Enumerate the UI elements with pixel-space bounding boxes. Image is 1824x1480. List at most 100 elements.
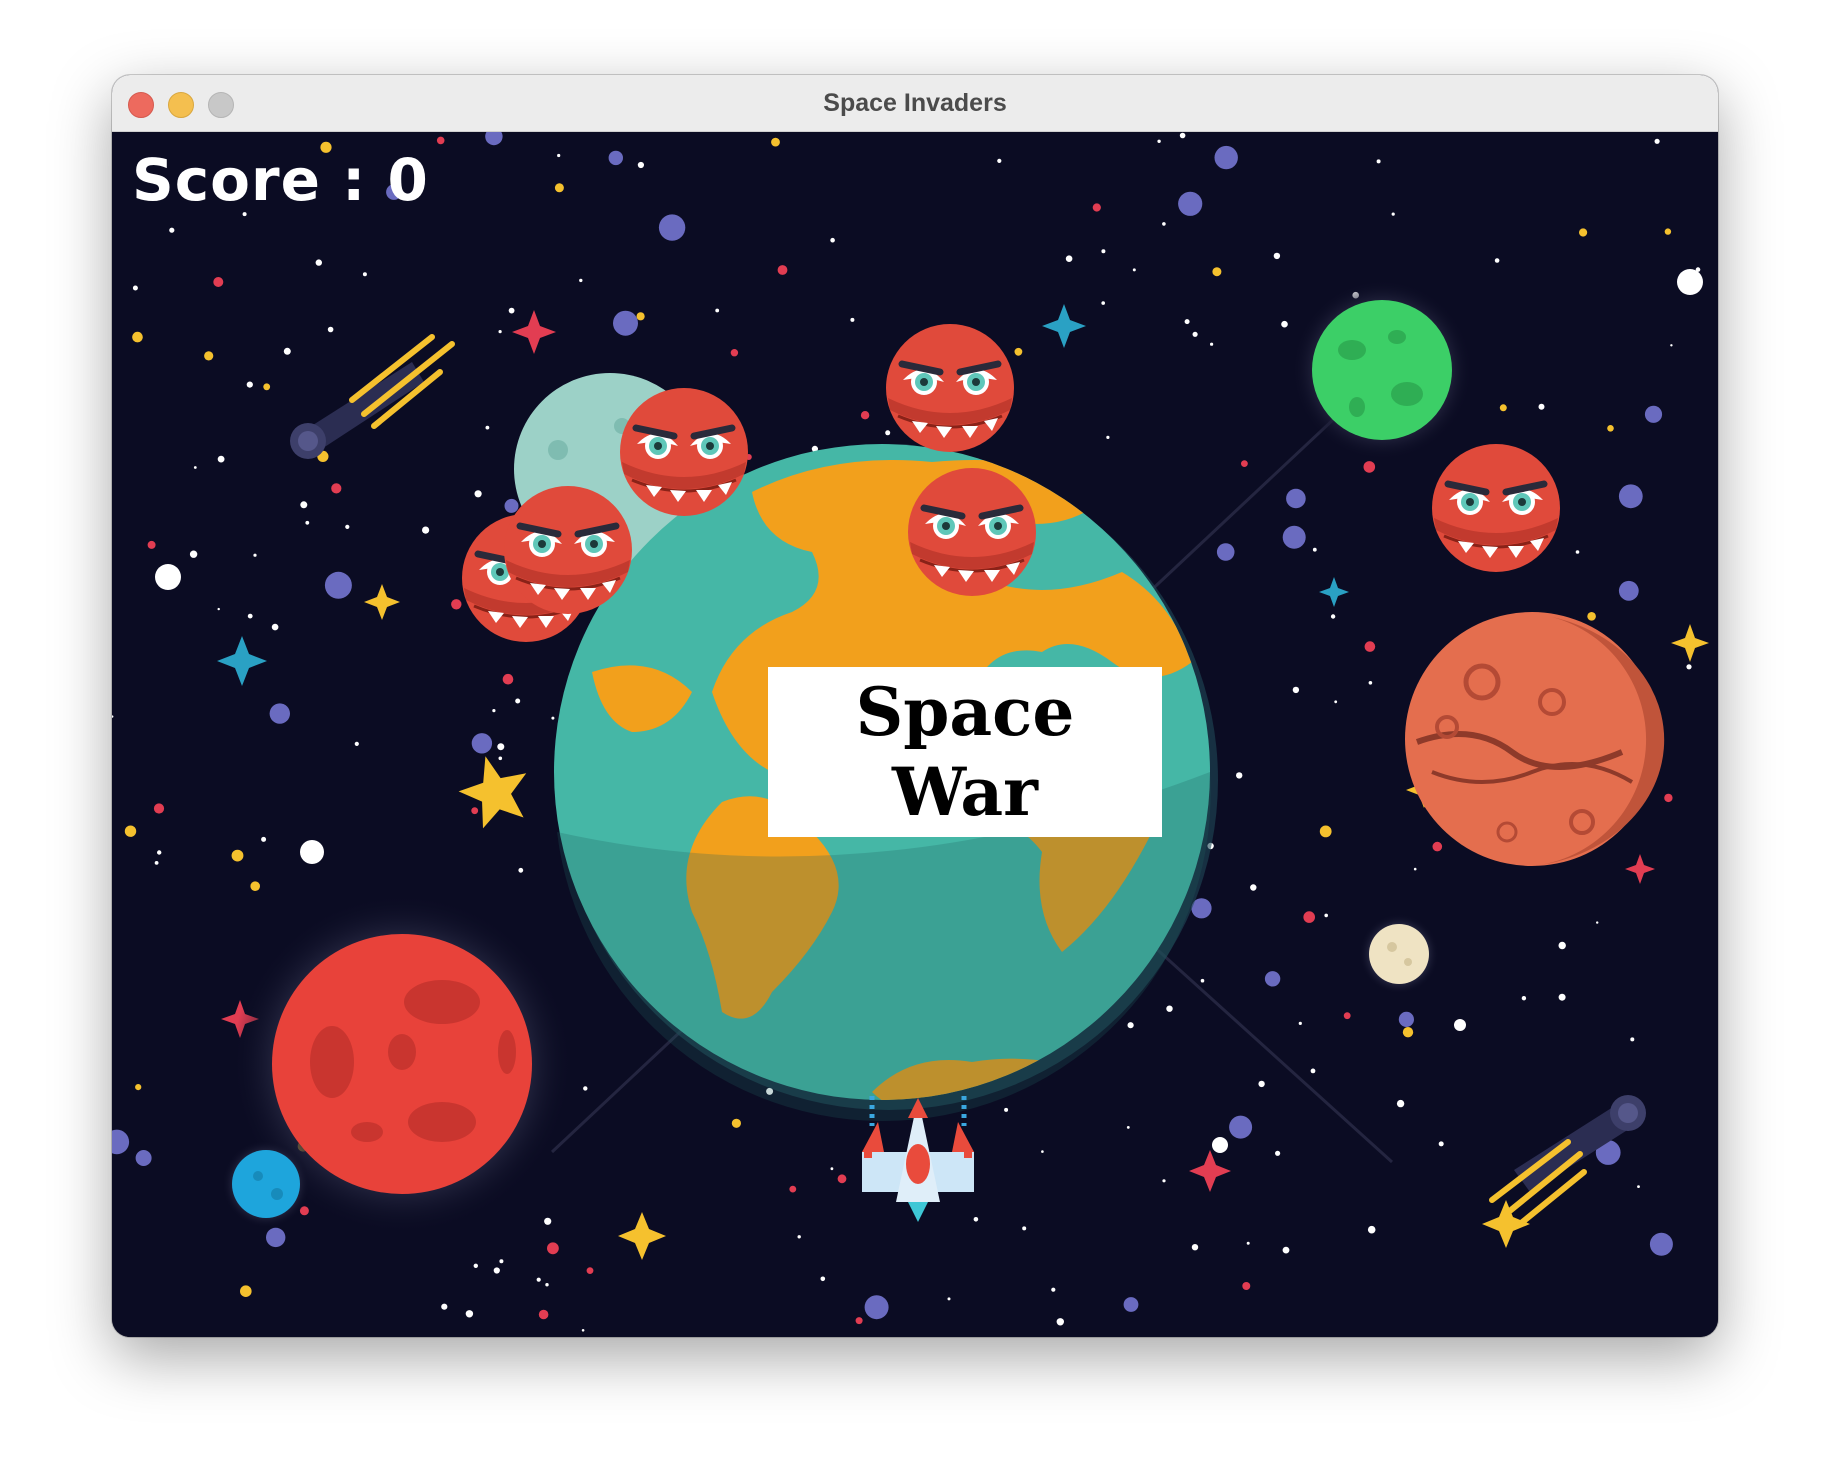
star-dot <box>1538 403 1545 410</box>
star-dot <box>1162 1179 1166 1183</box>
enemy <box>504 486 632 614</box>
game-canvas[interactable]: Score : 0 Space War <box>112 132 1718 1337</box>
star-dot <box>1157 139 1161 143</box>
star-dot <box>436 136 445 145</box>
star-dot <box>947 1297 951 1301</box>
enemy <box>908 468 1036 596</box>
star-dot <box>498 330 502 334</box>
star-dot <box>637 161 645 169</box>
star-dot <box>250 881 260 891</box>
star-dot <box>1041 1150 1044 1153</box>
star-dot <box>132 331 143 343</box>
star-dot <box>1246 1241 1250 1245</box>
star-dot <box>544 1217 552 1225</box>
star-dot <box>1363 461 1376 473</box>
star-dot <box>1618 484 1643 509</box>
star-dot <box>504 498 519 513</box>
star-dot <box>213 277 224 287</box>
star-dot <box>1191 1244 1199 1251</box>
score-label: Score : 0 <box>132 146 429 214</box>
star-dot <box>1637 1185 1640 1188</box>
star-dot <box>1273 252 1281 260</box>
star-dot <box>1162 222 1166 226</box>
star-dot <box>1330 614 1336 619</box>
star-dot <box>471 733 493 754</box>
star-dot <box>1192 331 1198 337</box>
star-dot <box>554 183 564 193</box>
star-dot <box>502 673 514 685</box>
star-dot <box>465 1310 474 1318</box>
star-dot <box>636 312 645 321</box>
star-dot <box>1236 772 1243 779</box>
sparkle-star <box>217 636 267 686</box>
star-dot <box>1214 145 1238 170</box>
star-dot <box>1644 405 1663 423</box>
window-title: Space Invaders <box>823 89 1007 117</box>
star-dot <box>1065 255 1073 262</box>
star-dot <box>305 520 310 525</box>
star-dot <box>204 351 214 361</box>
star-dot <box>451 599 462 610</box>
star-dot <box>492 709 496 713</box>
star-dot <box>135 1084 142 1091</box>
star-dot <box>1229 1115 1253 1139</box>
sparkle-star <box>1671 624 1709 662</box>
star-dot <box>246 381 253 388</box>
star-dot <box>471 807 479 815</box>
star-dot <box>1310 1068 1316 1074</box>
star-dot <box>1212 267 1222 277</box>
star-dot <box>1250 884 1257 891</box>
star-dot <box>583 1086 588 1091</box>
sparkle-star <box>1189 1150 1231 1192</box>
star-dot <box>830 1167 834 1171</box>
star-dot <box>1303 911 1315 923</box>
star-dot <box>474 490 482 498</box>
sparkle-star <box>1319 577 1349 607</box>
star-dot <box>1654 138 1660 144</box>
star-dot <box>837 1174 847 1184</box>
green-planet <box>1292 280 1472 460</box>
star-dot <box>231 849 244 862</box>
star-dot <box>1677 269 1703 295</box>
mars-planet <box>1405 612 1665 866</box>
star-dot <box>283 347 291 355</box>
star-dot <box>1101 301 1105 305</box>
star-dot <box>1264 971 1281 987</box>
sparkle-star <box>1042 304 1086 348</box>
star-dot <box>1413 867 1417 871</box>
star-dot <box>1179 132 1186 139</box>
star-dot <box>1391 212 1395 216</box>
star-dot <box>247 613 253 619</box>
star-dot <box>153 803 165 814</box>
star-dot <box>1398 1011 1414 1027</box>
star-dot <box>1212 1137 1228 1153</box>
star-dot <box>608 150 623 166</box>
star-dot <box>538 1309 549 1320</box>
star-dot <box>1282 1246 1290 1254</box>
star-dot <box>1216 543 1235 561</box>
star-dot <box>1596 921 1599 924</box>
star-dot <box>135 1150 152 1166</box>
star-dot <box>715 308 720 313</box>
star-dot <box>1618 580 1639 601</box>
star-dot <box>1123 1297 1139 1312</box>
star-dot <box>586 1267 594 1274</box>
star-dot <box>300 501 308 509</box>
star-dot <box>271 623 279 631</box>
star-dot <box>1056 1318 1064 1326</box>
star-dot <box>1367 1225 1376 1234</box>
cream-moon <box>1359 914 1439 994</box>
star-dot <box>1184 319 1190 325</box>
star-dot <box>1438 1141 1444 1147</box>
star-dot <box>1558 993 1566 1001</box>
star-dot <box>547 1242 559 1255</box>
star-dot <box>1432 841 1443 852</box>
star-dot <box>169 227 175 233</box>
star-dot <box>132 285 138 291</box>
enemy <box>1432 444 1560 572</box>
star-dot <box>850 317 855 322</box>
star-dot <box>1004 1107 1009 1112</box>
sparkle-star <box>1625 854 1655 884</box>
star-dot <box>300 840 324 864</box>
star-dot <box>1298 1021 1302 1025</box>
